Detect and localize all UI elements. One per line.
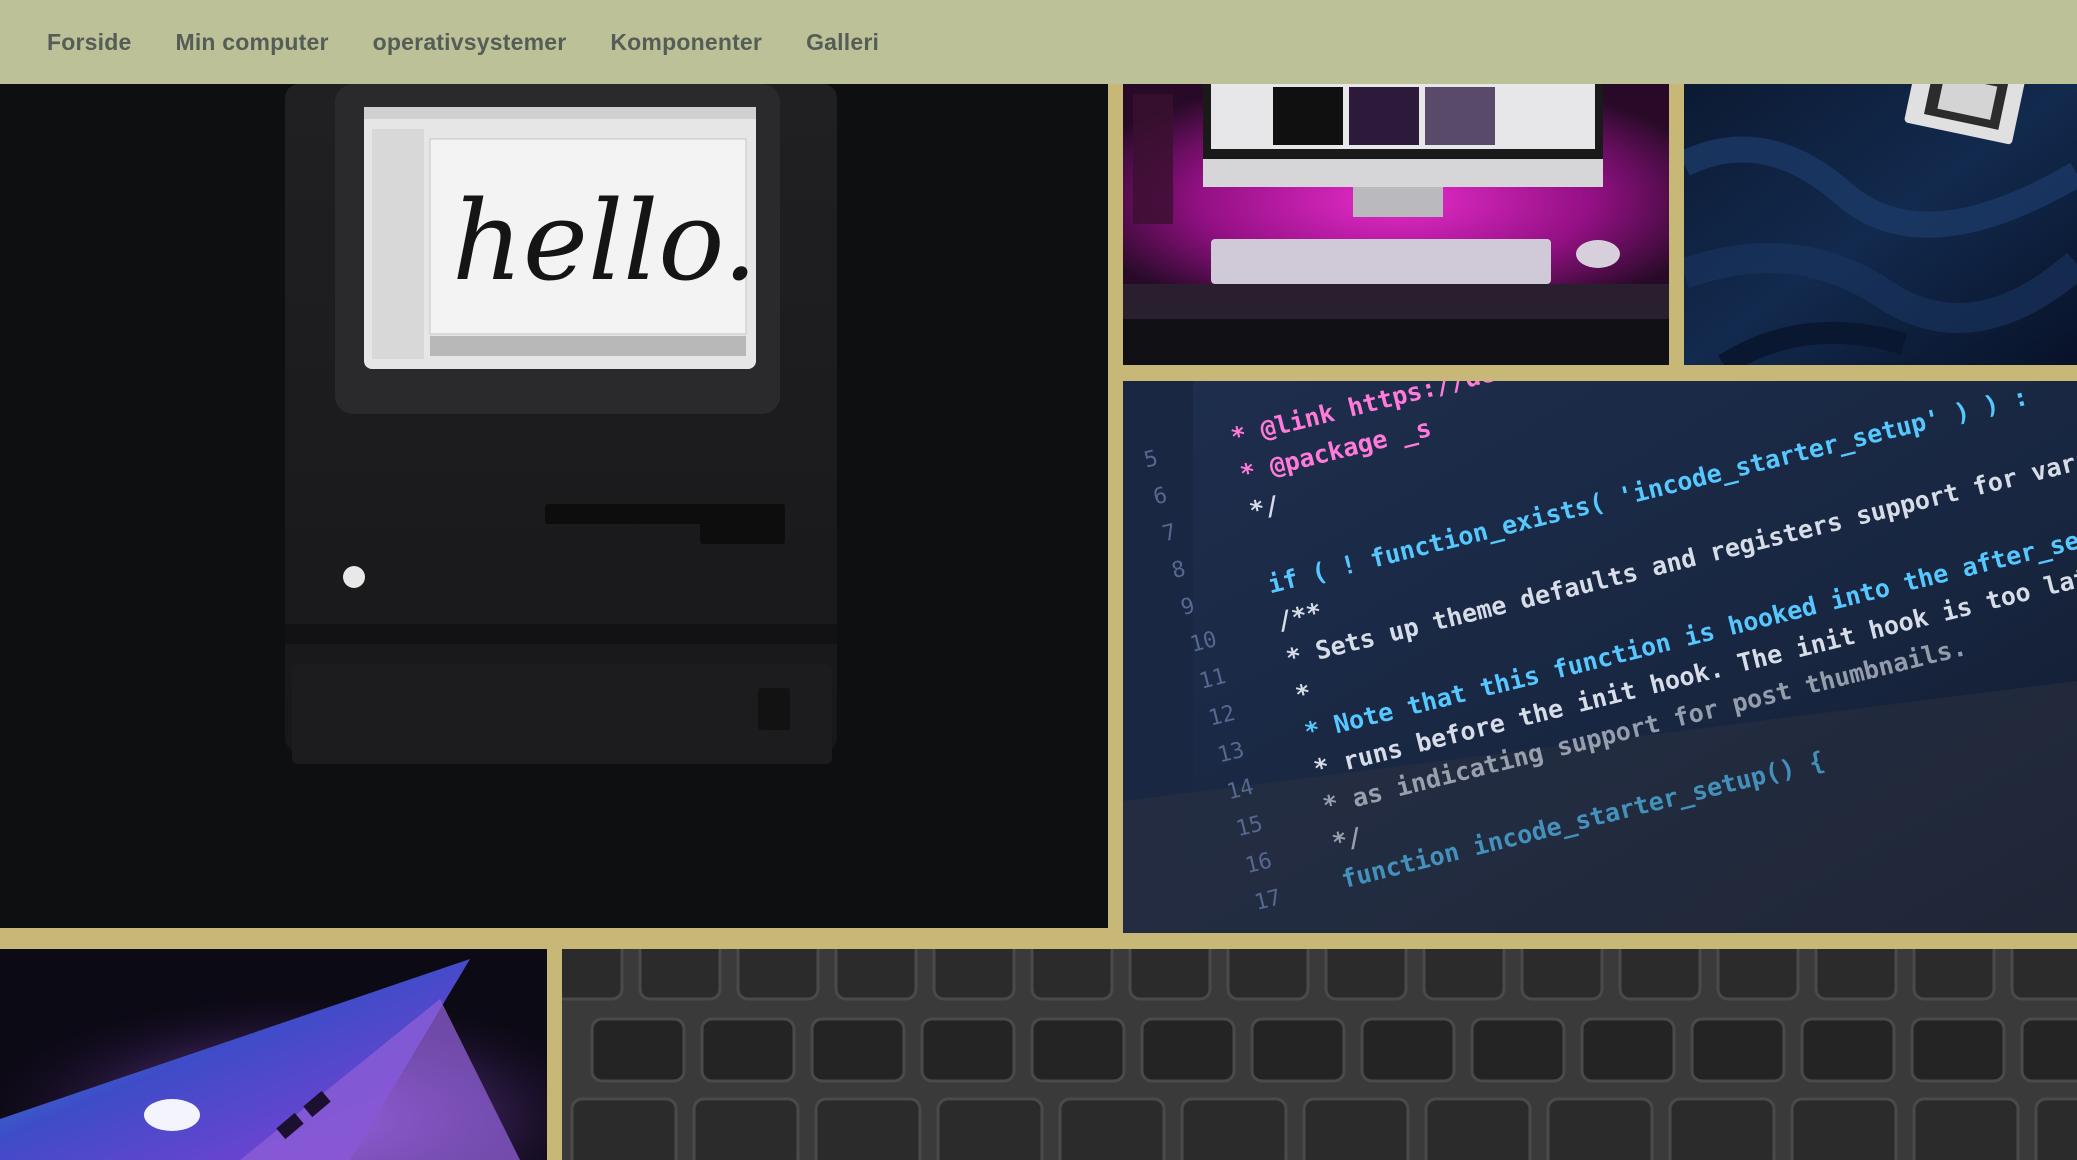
- keyboard-key: [2034, 1097, 2077, 1160]
- keyboard-key: [1030, 1017, 1126, 1083]
- keyboard-key: [692, 1097, 800, 1160]
- nav-link-galleri[interactable]: Galleri: [806, 29, 879, 56]
- keyboard-key: [1814, 949, 1898, 1001]
- keyboard-key: [1690, 1017, 1786, 1083]
- keyboard-key: [1422, 949, 1506, 1001]
- keyboard-key: [1716, 949, 1800, 1001]
- keyboard-key: [1250, 1017, 1346, 1083]
- keyboard-key: [1226, 949, 1310, 1001]
- gallery-image-pink-desk: [1123, 84, 1669, 365]
- keyboard-key: [562, 949, 624, 1001]
- main-nav: Forside Min computer operativsystemer Ko…: [0, 0, 2077, 84]
- keyboard-key: [700, 1017, 796, 1083]
- keyboard-key: [1360, 1017, 1456, 1083]
- keyboard-key: [1910, 1017, 2006, 1083]
- keyboard-key: [736, 949, 820, 1001]
- keyboard-key: [1912, 1097, 2020, 1160]
- keyboard-key: [1800, 1017, 1896, 1083]
- keyboard-key: [1324, 949, 1408, 1001]
- keyboard-key: [1546, 1097, 1654, 1160]
- keyboard-key: [1668, 1097, 1776, 1160]
- keyboard-key: [1470, 1017, 1566, 1083]
- nav-link-forside[interactable]: Forside: [47, 29, 131, 56]
- keyboard-key: [1058, 1097, 1166, 1160]
- keyboard-key: [932, 949, 1016, 1001]
- gallery-image-keyboard: [562, 949, 2077, 1160]
- nav-link-operativsystemer[interactable]: operativsystemer: [373, 29, 567, 56]
- keyboard-key: [1912, 949, 1996, 1001]
- keyboard-key: [1030, 949, 1114, 1001]
- keyboard-key: [1302, 1097, 1410, 1160]
- keyboard-key: [1424, 1097, 1532, 1160]
- keyboard-key: [920, 1017, 1016, 1083]
- keyboard-key: [2020, 1017, 2077, 1083]
- keyboard-key: [1520, 949, 1604, 1001]
- keyboard-key: [638, 949, 722, 1001]
- keyboard-key: [2010, 949, 2077, 1001]
- gallery-image-blue-chip: [1684, 84, 2077, 365]
- keyboard-key: [590, 1017, 686, 1083]
- keyboard-key: [570, 1097, 678, 1160]
- apple-logo-icon: [343, 566, 365, 588]
- keyboard-key: [1180, 1097, 1288, 1160]
- keyboard-key: [1140, 1017, 1236, 1083]
- gallery-image-classic-mac: hello.: [0, 84, 1108, 928]
- keyboard-key: [1618, 949, 1702, 1001]
- keyboard-key: [936, 1097, 1044, 1160]
- keyboard-key: [834, 949, 918, 1001]
- mac-screen-text: hello.: [452, 177, 758, 305]
- gallery-image-code-screen: 5* @link https://deve6* @package _s7*/89…: [1123, 381, 2077, 933]
- gallery-image-laptop-purple: [0, 949, 547, 1160]
- keyboard-key: [1128, 949, 1212, 1001]
- keyboard-key: [1790, 1097, 1898, 1160]
- keyboard-key: [1580, 1017, 1676, 1083]
- keyboard-key: [810, 1017, 906, 1083]
- keyboard-key: [814, 1097, 922, 1160]
- nav-link-min-computer[interactable]: Min computer: [175, 29, 328, 56]
- nav-link-komponenter[interactable]: Komponenter: [610, 29, 762, 56]
- apple-logo-icon: [144, 1099, 200, 1131]
